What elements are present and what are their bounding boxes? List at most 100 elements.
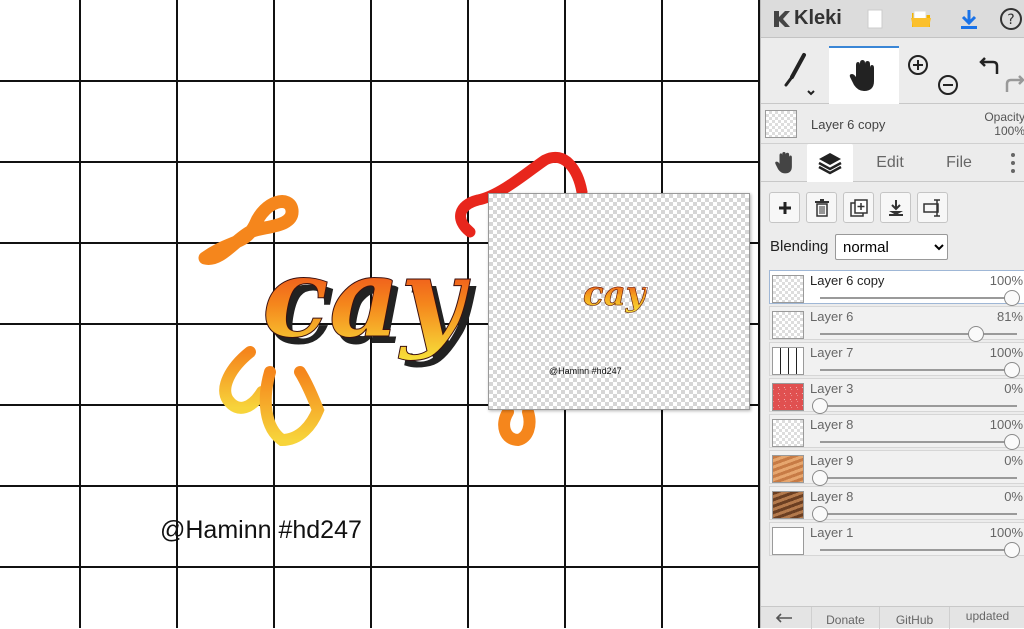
layer-opacity-slider-track[interactable] [820,477,1017,479]
preview-signature: @Haminn #hd247 [549,366,622,376]
merge-down-button[interactable] [880,192,911,223]
arrow-left-icon [775,613,792,623]
zoom-in-button[interactable] [907,54,929,81]
kleki-logo[interactable]: Kleki [771,7,842,30]
merge-down-icon [888,199,903,216]
layer-thumbnail [772,383,804,411]
github-link[interactable]: GitHub [879,607,949,629]
layer-name: Layer 9 [810,453,854,468]
layer-thumbnail [772,527,804,555]
layer-opacity-slider-track[interactable] [820,549,1017,551]
layer-opacity-slider-track[interactable] [820,369,1017,371]
delete-layer-icon [814,198,829,217]
rename-layer-button[interactable] [917,192,948,223]
collapse-panel-button[interactable] [775,607,793,629]
blending-label: Blending [770,238,829,255]
panel-footer: Donate GitHub updated [761,606,1024,629]
brush-tool[interactable] [767,46,829,104]
download-button[interactable] [955,5,983,33]
drawing-canvas[interactable]: cay cay @Haminn #hd247 cay @Haminn #hd24… [0,0,760,628]
layer-opacity-slider-handle[interactable] [812,506,828,522]
layer-opacity-slider-track[interactable] [820,513,1017,515]
kleki-logo-icon [774,10,790,27]
open-folder-icon [911,10,931,27]
delete-layer-button[interactable] [806,192,837,223]
layer-row[interactable]: Layer 6 copy 100% [769,270,1024,306]
hand-icon [775,152,792,174]
layer-opacity: 100% [989,417,1023,432]
redo-icon [1005,75,1024,92]
top-bar: Kleki ? [761,0,1024,38]
signature-text: @Haminn #hd247 [160,516,362,544]
undo-icon [979,57,999,74]
layer-name: Layer 6 [810,309,854,324]
open-file-button[interactable] [907,5,935,33]
opacity-value: 100% [994,124,1024,138]
current-layer-name: Layer 6 copy [811,117,886,132]
duplicate-layer-icon [849,198,868,217]
layer-opacity-slider-handle[interactable] [812,398,828,414]
blending-select[interactable]: normal [835,234,948,260]
layer-row[interactable]: Layer 8 100% [769,414,1024,450]
tab-layers[interactable] [807,144,853,182]
hand-icon [849,60,874,91]
layer-opacity-slider-handle[interactable] [967,326,984,342]
undo-button[interactable] [979,56,1001,81]
layer-opacity: 81% [996,309,1023,324]
layer-opacity-slider-track[interactable] [820,441,1017,443]
layer-name: Layer 6 copy [810,273,885,288]
zoom-out-button[interactable] [937,74,959,101]
layer-opacity: 0% [1004,381,1023,396]
layer-thumbnail [772,491,804,519]
current-layer-info: Layer 6 copy Opacity 100% [761,106,1024,144]
updated-link[interactable]: updated [949,607,1024,629]
preview-word: cay [583,274,646,315]
layer-opacity-slider-track[interactable] [820,333,1017,335]
add-layer-icon [778,201,791,214]
app-name: Kleki [794,7,842,29]
redo-button[interactable] [1005,74,1024,99]
hand-tool[interactable] [829,46,899,104]
layer-name: Layer 1 [810,525,854,540]
layer-opacity: 0% [1004,489,1023,504]
layer-row[interactable]: Layer 7 100% [769,342,1024,378]
zoom-out-icon [938,75,958,95]
duplicate-layer-button[interactable] [843,192,874,223]
layer-row[interactable]: Layer 3 0% [769,378,1024,414]
tab-file[interactable]: File [937,144,981,182]
help-button[interactable]: ? [997,5,1024,33]
layer-action-buttons [769,192,948,224]
tab-hand[interactable] [767,144,803,182]
tab-edit[interactable]: Edit [865,144,915,182]
layer-name: Layer 3 [810,381,854,396]
zoom-in-icon [908,55,928,75]
layer-thumbnail [772,419,804,447]
layer-row[interactable]: Layer 1 100% [769,522,1024,558]
layer-row[interactable]: Layer 8 0% [769,486,1024,522]
tool-row [761,40,1024,104]
donate-link[interactable]: Donate [811,607,879,629]
layer-name: Layer 7 [810,345,854,360]
layer-thumbnail [772,311,804,339]
opacity-label: Opacity [984,110,1024,124]
layer-opacity-slider-handle[interactable] [1004,434,1020,450]
layer-opacity-slider-handle[interactable] [1004,290,1020,306]
rename-layer-icon [922,198,940,217]
layer-thumbnail [772,455,804,483]
layer-opacity-slider-handle[interactable] [812,470,828,486]
panel-tabs: Edit File [761,144,1024,182]
layer-name: Layer 8 [810,489,854,504]
layer-name: Layer 8 [810,417,854,432]
add-layer-button[interactable] [769,192,800,223]
layer-thumbnail [772,275,804,303]
more-menu-button[interactable] [1003,144,1023,182]
layer-row[interactable]: Layer 6 81% [769,306,1024,342]
layer-opacity-slider-handle[interactable] [1004,542,1020,558]
layer-opacity-slider-track[interactable] [820,297,1017,299]
more-vertical-icon [1011,153,1015,173]
layer-opacity-slider-handle[interactable] [1004,362,1020,378]
layer-opacity-slider-track[interactable] [820,405,1017,407]
new-file-button[interactable] [861,5,889,33]
help-icon: ? [1000,8,1022,30]
layer-row[interactable]: Layer 9 0% [769,450,1024,486]
